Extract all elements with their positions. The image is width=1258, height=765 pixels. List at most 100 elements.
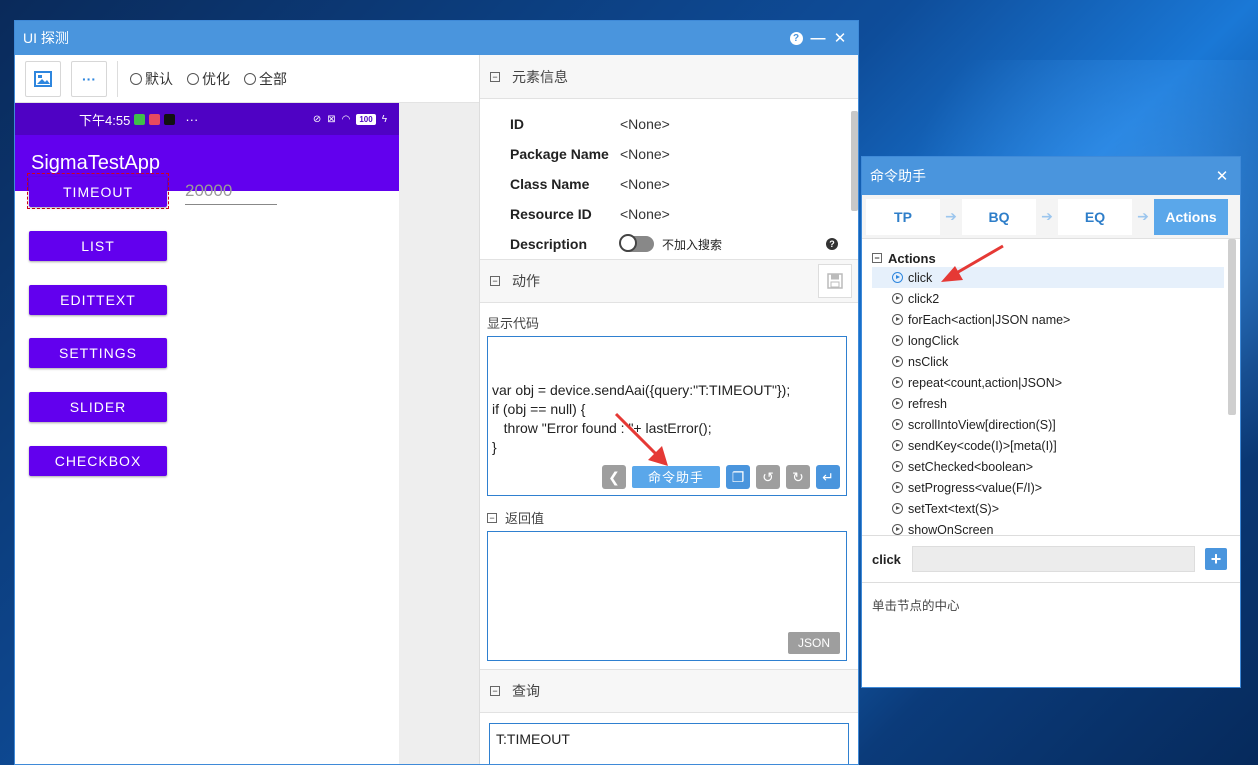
save-button[interactable] [818,264,852,298]
tree-root[interactable]: − Actions [872,249,1240,267]
help-icon: ? [789,31,803,45]
timeout-edit-field[interactable]: 20000 [185,177,277,205]
code-text[interactable]: var obj = device.sendAai({query:"T:TIMEO… [492,381,842,457]
wifi-icon: ◠ [341,113,351,125]
settings-button[interactable]: SETTINGS [29,338,167,368]
tree-item[interactable]: setProgress<value(F/I)> [872,477,1224,498]
play-circle-icon [892,377,903,388]
info-scrollbar[interactable] [851,111,858,211]
tree-item-label: setProgress<value(F/I)> [908,480,1043,495]
info-row-id: ID <None> [510,109,858,139]
slider-button[interactable]: SLIDER [29,392,167,422]
info-value: <None> [620,206,670,222]
add-button[interactable]: + [1205,548,1227,570]
query-input[interactable]: T:TIMEOUT [489,723,849,764]
tree-item-label: click2 [908,291,940,306]
close-button[interactable]: ✕ [830,28,850,48]
radio-optimize[interactable]: 优化 [187,69,230,89]
tree-scrollbar[interactable] [1228,239,1236,415]
undo-button[interactable]: ↺ [756,465,780,489]
collapse-icon[interactable]: − [490,71,500,82]
element-info-title: 元素信息 [512,68,568,85]
toolbar: ··· 默认 优化 全部 [15,55,479,103]
screenshot-button[interactable] [25,60,61,97]
timeout-button[interactable]: TIMEOUT [29,177,167,207]
collapse-icon[interactable]: − [487,512,497,523]
return-value-box[interactable]: JSON [487,531,847,661]
chevron-left-icon: ❮ [608,468,620,485]
device-screen[interactable]: 下午4:55 ··· ⊘ ⊠ ◠ 100 ϟ SigmaTestApp TIME… [15,103,399,764]
redo-icon: ↻ [792,468,804,485]
back-button[interactable]: ❮ [602,465,626,489]
tree-item[interactable]: nsClick [872,351,1224,372]
window-title: UI 探测 [23,30,69,46]
charging-icon: ϟ [381,113,387,125]
collapse-icon[interactable]: − [872,253,882,263]
list-button[interactable]: LIST [29,231,167,261]
toolbar-divider [117,60,118,97]
tree-item[interactable]: click2 [872,288,1224,309]
tree-item-label: click [908,270,933,285]
redo-button[interactable]: ↻ [786,465,810,489]
enter-icon: ↵ [822,468,834,485]
more-button[interactable]: ··· [71,60,107,97]
query-header[interactable]: − 查询 [480,669,858,713]
tree-item-label: refresh [908,396,947,411]
minimize-button[interactable]: — [808,28,828,48]
step-bq[interactable]: BQ [962,198,1036,235]
search-toggle[interactable] [619,234,654,252]
help-button[interactable]: ? [786,28,806,48]
radio-default[interactable]: 默认 [130,69,173,89]
tree-item[interactable]: forEach<action|JSON name> [872,309,1224,330]
element-info-list: ID <None> Package Name <None> Class Name… [480,99,858,259]
tree-items: click click2 forEach<action|JSON name> long… [872,267,1240,535]
tree-item[interactable]: showOnScreen [872,519,1224,535]
tree-item[interactable]: sendKey<code(I)>[meta(I)] [872,435,1224,456]
radio-all[interactable]: 全部 [244,69,287,89]
phone-statusbar: 下午4:55 ··· ⊘ ⊠ ◠ 100 ϟ [15,103,399,135]
left-pane: ··· 默认 优化 全部 下午4:55 ··· ⊘ ⊠ ◠ 100 ϟ Sigm… [15,55,479,764]
save-icon [827,273,843,289]
helper-close-button[interactable]: ✕ [1212,166,1232,186]
json-button[interactable]: JSON [788,632,840,654]
actions-header[interactable]: − 动作 [480,259,858,303]
undo-icon: ↺ [762,468,774,485]
play-circle-icon [892,356,903,367]
code-editor[interactable]: var obj = device.sendAai({query:"T:TIMEO… [487,336,847,496]
step-actions[interactable]: Actions [1154,198,1228,235]
tree-item[interactable]: longClick [872,330,1224,351]
tree-item-label: nsClick [908,354,949,369]
tree-item-label: longClick [908,333,959,348]
element-info-header[interactable]: − 元素信息 [480,55,858,99]
radio-circle [244,72,256,85]
command-helper-button[interactable]: 命令助手 [632,466,720,488]
actions-title: 动作 [512,273,540,289]
info-key: Resource ID [510,206,592,222]
tree-item-label: repeat<count,action|JSON> [908,375,1063,390]
collapse-icon[interactable]: − [490,276,500,286]
command-helper-window: 命令助手 ✕ TP ➔ BQ ➔ EQ ➔ Actions − Actions … [861,156,1241,688]
edittext-button[interactable]: EDITTEXT [29,285,167,315]
tree-item[interactable]: scrollIntoView[direction(S)] [872,414,1224,435]
collapse-icon[interactable]: − [490,686,500,696]
run-button[interactable]: ↵ [816,465,840,489]
step-tp[interactable]: TP [866,198,940,235]
tree-item[interactable]: setChecked<boolean> [872,456,1224,477]
info-key: Package Name [510,146,609,162]
info-row-description: Description 不加入搜索 ? [510,229,858,259]
show-code-label: 显示代码 [487,316,540,331]
tree-item[interactable]: setText<text(S)> [872,498,1224,519]
tree-item[interactable]: refresh [872,393,1224,414]
step-eq[interactable]: EQ [1058,198,1132,235]
copy-button[interactable]: ❐ [726,465,750,489]
tree-root-label: Actions [888,250,936,266]
help-icon[interactable]: ? [826,238,838,250]
tree-item[interactable]: click [872,267,1224,288]
play-circle-icon [892,314,903,325]
info-key: Class Name [510,176,590,192]
checkbox-button[interactable]: CHECKBOX [29,446,167,476]
radio-optimize-label: 优化 [202,70,230,87]
param-input[interactable] [912,546,1195,572]
tree-item[interactable]: repeat<count,action|JSON> [872,372,1224,393]
info-row-package: Package Name <None> [510,139,858,169]
